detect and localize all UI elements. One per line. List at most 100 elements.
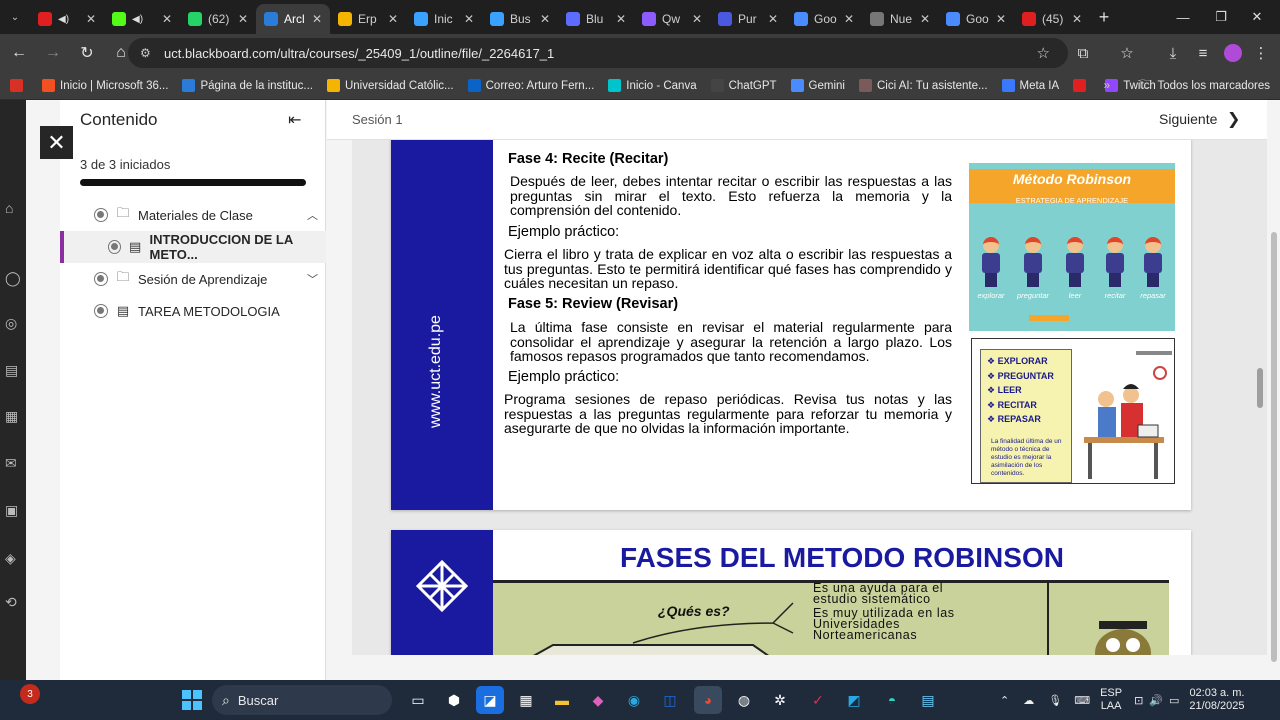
browser-tab[interactable]: Blu ✕ [558,4,634,34]
close-window-button[interactable]: ✕ [1234,0,1280,34]
messages-icon[interactable]: ✉ [5,455,21,471]
reload-button[interactable]: ↻ [72,38,102,68]
profile-icon[interactable]: ◯ [5,270,21,286]
microphone-icon[interactable]: 🎙 [1048,694,1062,707]
bookmark-item[interactable]: Correo: Arturo Fern... [467,79,594,92]
browser-tab[interactable]: Goo ✕ [938,4,1014,34]
bookmark-item[interactable]: ChatGPT [710,79,777,92]
download-icon[interactable]: ⤓ [1158,38,1188,68]
tab-close-icon[interactable]: ✕ [1070,12,1084,26]
file-explorer-icon[interactable]: ▬ [548,686,576,714]
tab-close-icon[interactable]: ✕ [310,12,324,26]
bookmark-item[interactable] [1073,79,1091,92]
browser-tab[interactable]: Bus ✕ [482,4,558,34]
network-icon[interactable]: ⊡ [1134,694,1143,707]
app-icon[interactable]: ✲ [766,686,794,714]
outline-item[interactable]: 🗀 Sesión de Aprendizaje ﹀ [60,263,326,295]
store-icon[interactable]: ▦ [512,686,540,714]
back-button[interactable]: ← [4,38,34,68]
browser-tab[interactable]: (45) ✕ [1014,4,1090,34]
battery-icon[interactable]: ▭ [1169,694,1179,707]
app-icon[interactable]: ◪ [476,686,504,714]
close-panel-button[interactable]: ✕ [40,126,73,159]
tab-close-icon[interactable]: ✕ [994,12,1008,26]
tab-close-icon[interactable]: ✕ [690,12,704,26]
browser-tab[interactable]: (62) ✕ [180,4,256,34]
document-viewer[interactable]: www.uct.edu.pe Fase 4: Recite (Recitar) … [352,140,1267,655]
browser-menu-icon[interactable]: ⋮ [1246,38,1276,68]
new-tab-button[interactable]: + [1090,7,1118,28]
task-view-icon[interactable]: ▭ [404,686,432,714]
app-icon[interactable]: ✓ [804,686,832,714]
extensions-icon[interactable]: ⧉ [1068,38,1098,68]
clock[interactable]: 02:03 a. m. 21/08/2025 [1189,687,1244,713]
browser-tab[interactable]: Goo ✕ [786,4,862,34]
copilot-icon[interactable]: ◆ [584,686,612,714]
bookmark-item[interactable]: Inicio | Microsoft 36... [42,79,168,92]
media-control-icon[interactable]: ≡ [1188,38,1218,68]
tab-close-icon[interactable]: ✕ [842,12,856,26]
browser-tab[interactable]: Erp ✕ [330,4,406,34]
signout-icon[interactable]: ⟲ [5,594,21,610]
tab-close-icon[interactable]: ✕ [236,12,250,26]
app-icon[interactable]: ⬢ [440,686,468,714]
next-button[interactable]: Siguiente [1159,111,1217,127]
browser-tab[interactable]: Inic ✕ [406,4,482,34]
tab-close-icon[interactable]: ✕ [160,12,174,26]
chevron-down-icon[interactable]: ﹀ [307,271,318,287]
browser-tab[interactable]: Pur ✕ [710,4,786,34]
bookmark-item[interactable]: Universidad Católic... [326,79,454,92]
browser-tab[interactable]: Qw ✕ [634,4,710,34]
tab-close-icon[interactable]: ✕ [462,12,476,26]
bookmark-item[interactable]: Meta IA [1001,79,1059,92]
browser-tab[interactable]: Arcl ✕ [256,4,330,34]
notification-badge[interactable]: 3 [20,684,40,704]
bookmark-item[interactable]: Página de la instituc... [182,79,313,92]
browser-tab[interactable]: Nue ✕ [862,4,938,34]
start-button[interactable] [178,686,206,714]
globe-icon[interactable]: ◎ [5,315,21,331]
tab-close-icon[interactable]: ✕ [766,12,780,26]
grades-icon[interactable]: ▣ [5,502,21,518]
collapse-panel-icon[interactable]: ⇤ [288,110,301,130]
app-icon[interactable]: ◓ [878,686,906,714]
bookmark-item[interactable] [10,79,28,92]
tab-close-icon[interactable]: ✕ [386,12,400,26]
tab-search-icon[interactable]: ⌄ [0,0,30,34]
page-scrollbar[interactable] [1268,100,1280,680]
profile-avatar[interactable] [1218,38,1248,68]
chrome-icon[interactable]: ◕ [694,686,722,714]
institution-icon[interactable]: ⌂ [5,200,21,216]
tab-close-icon[interactable]: ✕ [538,12,552,26]
all-bookmarks[interactable]: » 🗀 Todos los marcadores [1104,72,1270,100]
tools-icon[interactable]: ◈ [5,550,21,566]
chevron-up-icon[interactable]: ︿ [307,207,318,223]
viewer-scroll-thumb[interactable] [1257,368,1263,408]
tab-close-icon[interactable]: ✕ [84,12,98,26]
language-indicator[interactable]: ESP LAA [1100,687,1122,713]
forward-button[interactable]: → [38,38,68,68]
courses-icon[interactable]: ▤ [5,362,21,378]
volume-icon[interactable]: 🔊 [1149,694,1163,707]
chevron-up-icon[interactable]: ⌃ [1000,694,1009,707]
tab-close-icon[interactable]: ✕ [918,12,932,26]
address-bar[interactable]: ⚙ uct.blackboard.com/ultra/courses/_2540… [128,38,1068,68]
chevron-right-icon[interactable]: ❯ [1227,109,1240,129]
site-info-icon[interactable]: ⚙ [140,46,154,60]
tab-audio-icon[interactable]: ◀) [58,14,69,25]
bookmark-item[interactable]: Cici AI: Tu asistente... [858,79,988,92]
taskbar-search[interactable]: ⌕ Buscar [212,685,392,715]
cloud-icon[interactable]: ☁ [1023,694,1034,707]
tab-audio-icon[interactable]: ◀) [132,14,143,25]
outline-item[interactable]: ▤ TAREA METODOLOGIA [60,295,326,327]
more-bookmarks-icon[interactable]: » [1104,80,1110,92]
calendar-icon[interactable]: ▦ [5,408,21,424]
bookmark-star-icon[interactable]: ☆ [1037,44,1050,62]
reading-list-icon[interactable]: ☆ [1112,38,1142,68]
outlook-icon[interactable]: ◫ [656,686,684,714]
input-icon[interactable]: ⌨ [1074,694,1090,707]
bookmark-item[interactable]: Gemini [790,79,845,92]
page-scroll-thumb[interactable] [1271,232,1277,662]
browser-tab[interactable]: ◀) ✕ [30,4,104,34]
edge-icon[interactable]: ◉ [620,686,648,714]
